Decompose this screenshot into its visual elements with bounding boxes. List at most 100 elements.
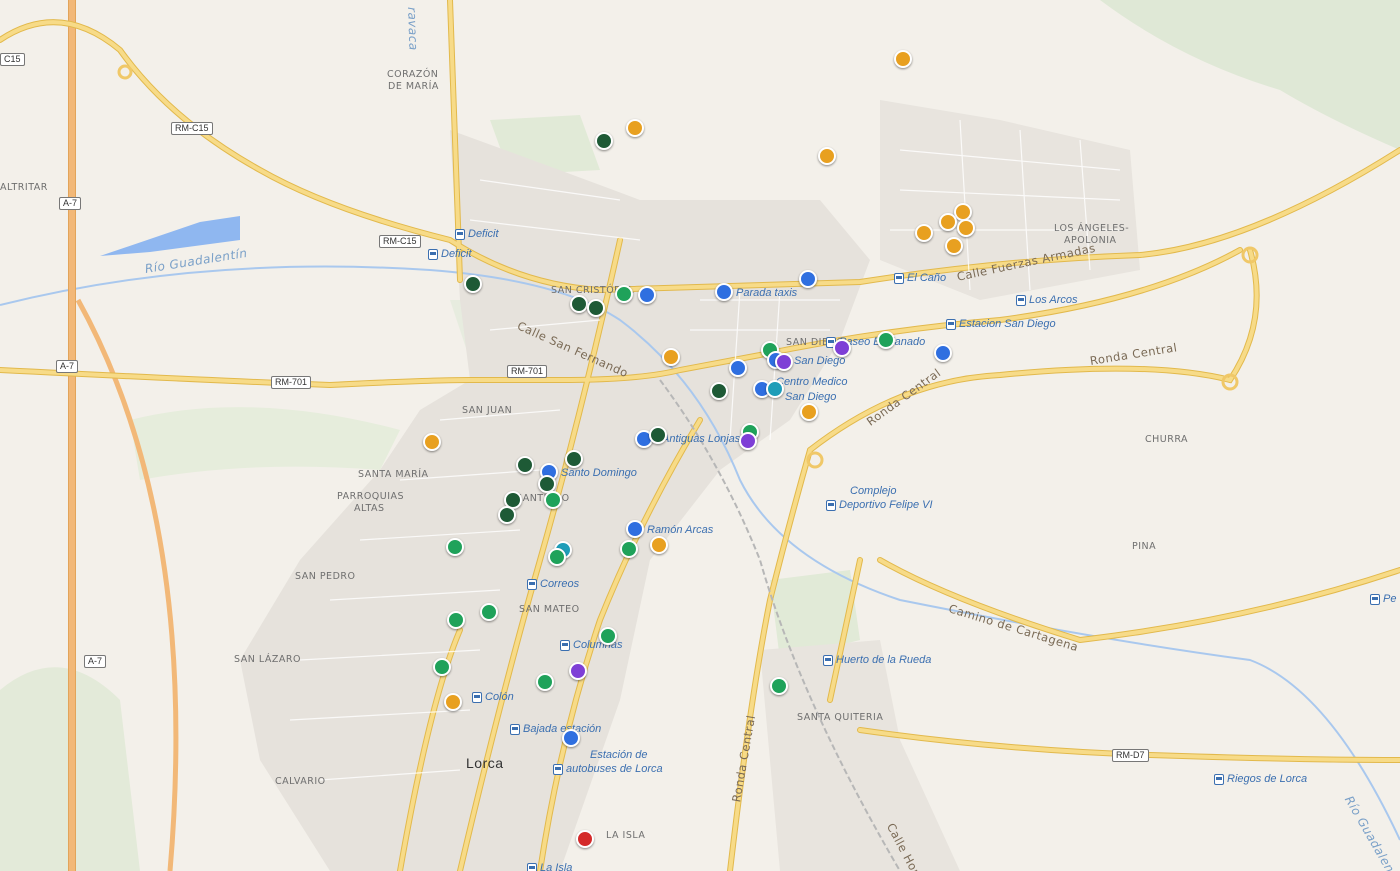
area-label: SAN MATEO	[519, 604, 580, 615]
map-marker-orange[interactable]	[800, 403, 818, 421]
road-shield: RM-D7	[1112, 749, 1149, 762]
map-marker-green[interactable]	[620, 540, 638, 558]
poi-label-text: Ramón Arcas	[647, 524, 714, 536]
area-label: CHURRA	[1145, 434, 1189, 445]
area-label: LA ISLA	[606, 830, 646, 841]
map-marker-blue[interactable]	[626, 520, 644, 538]
map-marker-green[interactable]	[480, 603, 498, 621]
map-marker-orange[interactable]	[444, 693, 462, 711]
poi-label[interactable]: Deficit	[428, 248, 472, 260]
poi-label-text: La Isla	[540, 862, 573, 871]
poi-label[interactable]: Complejo	[850, 485, 896, 497]
bus-stop-icon	[946, 318, 956, 330]
bus-stop-icon	[527, 862, 537, 871]
map-marker-green[interactable]	[446, 538, 464, 556]
map-marker-green[interactable]	[433, 658, 451, 676]
map-marker-purple[interactable]	[569, 662, 587, 680]
poi-label[interactable]: Centro Medico	[776, 376, 848, 388]
bus-stop-icon	[553, 763, 563, 775]
map-marker-blue[interactable]	[799, 270, 817, 288]
map-marker-darkgreen[interactable]	[710, 382, 728, 400]
area-label: SANTA QUITERIA	[797, 712, 884, 723]
map-marker-purple[interactable]	[739, 432, 757, 450]
poi-label[interactable]: Estación de	[590, 749, 647, 761]
poi-label[interactable]: San Diego	[794, 355, 845, 367]
poi-label[interactable]: Parada taxis	[736, 287, 797, 299]
poi-label[interactable]: Estacion San Diego	[946, 318, 1056, 330]
poi-label[interactable]: Santo Domingo	[561, 467, 637, 479]
map-marker-orange[interactable]	[945, 237, 963, 255]
city-label: Lorca	[466, 755, 504, 771]
map-marker-darkgreen[interactable]	[649, 426, 667, 444]
poi-label[interactable]: Ramón Arcas	[647, 524, 713, 536]
poi-label-text: Riegos de Lorca	[1227, 773, 1308, 785]
poi-label-text: Los Arcos	[1029, 294, 1078, 306]
map-marker-red[interactable]	[576, 830, 594, 848]
area-label: LOS ÁNGELES-	[1054, 223, 1130, 234]
map-canvas[interactable]: Lorca CORAZÓN DE MARÍA ALTRITAR SAN CRISTÓBA…	[0, 0, 1400, 871]
map-marker-green[interactable]	[615, 285, 633, 303]
poi-label[interactable]: Los Arcos	[1016, 294, 1078, 306]
map-marker-blue[interactable]	[934, 344, 952, 362]
poi-label-text: Colón	[485, 691, 514, 703]
map-marker-green[interactable]	[877, 331, 895, 349]
road-shield: RM-C15	[379, 235, 421, 248]
map-marker-orange[interactable]	[818, 147, 836, 165]
map-marker-orange[interactable]	[650, 536, 668, 554]
poi-label[interactable]: Pe	[1370, 593, 1396, 605]
map-marker-teal[interactable]	[766, 380, 784, 398]
bus-stop-icon	[894, 272, 904, 284]
map-marker-orange[interactable]	[894, 50, 912, 68]
map-marker-purple[interactable]	[833, 339, 851, 357]
map-marker-orange[interactable]	[957, 219, 975, 237]
map-marker-green[interactable]	[544, 491, 562, 509]
map-marker-blue[interactable]	[715, 283, 733, 301]
map-marker-green[interactable]	[536, 673, 554, 691]
map-marker-orange[interactable]	[939, 213, 957, 231]
poi-label-text: Santo Domingo	[561, 467, 637, 479]
map-marker-green[interactable]	[447, 611, 465, 629]
map-marker-blue[interactable]	[562, 729, 580, 747]
map-marker-purple[interactable]	[775, 353, 793, 371]
map-marker-darkgreen[interactable]	[516, 456, 534, 474]
road-shield: RM-701	[271, 376, 312, 389]
poi-label[interactable]: Riegos de Lorca	[1214, 773, 1307, 785]
map-marker-orange[interactable]	[423, 433, 441, 451]
poi-label-text: Centro Medico	[776, 376, 848, 388]
poi-label[interactable]: El Caño	[894, 272, 946, 284]
map-marker-darkgreen[interactable]	[498, 506, 516, 524]
bus-stop-icon	[472, 691, 482, 703]
bus-stop-icon	[455, 228, 465, 240]
map-marker-darkgreen[interactable]	[595, 132, 613, 150]
poi-label-text: Correos	[540, 578, 580, 590]
map-marker-green[interactable]	[548, 548, 566, 566]
map-marker-darkgreen[interactable]	[565, 450, 583, 468]
poi-label[interactable]: San Diego	[785, 391, 836, 403]
poi-label[interactable]: Antiguas Lonjas	[662, 433, 740, 445]
poi-label[interactable]: Bajada estación	[510, 723, 601, 735]
bus-stop-icon	[1214, 773, 1224, 785]
poi-label[interactable]: Deportivo Felipe VI	[826, 499, 933, 511]
map-marker-green[interactable]	[599, 627, 617, 645]
poi-label[interactable]: La Isla	[527, 862, 572, 871]
poi-label-text: El Caño	[907, 272, 947, 284]
poi-label[interactable]: Huerto de la Rueda	[823, 654, 931, 666]
area-label: PINA	[1132, 541, 1157, 552]
poi-label[interactable]: Colón	[472, 691, 514, 703]
map-marker-darkgreen[interactable]	[464, 275, 482, 293]
poi-label[interactable]: Correos	[527, 578, 579, 590]
map-marker-green[interactable]	[770, 677, 788, 695]
poi-label-text: San Diego	[785, 391, 837, 403]
poi-label[interactable]: autobuses de Lorca	[553, 763, 663, 775]
map-marker-darkgreen[interactable]	[587, 299, 605, 317]
map-marker-blue[interactable]	[638, 286, 656, 304]
map-marker-orange[interactable]	[626, 119, 644, 137]
poi-label-text: Antiguas Lonjas	[662, 433, 741, 445]
area-label: SAN PEDRO	[295, 571, 356, 582]
poi-label[interactable]: Deficit	[455, 228, 499, 240]
map-marker-darkgreen[interactable]	[570, 295, 588, 313]
map-marker-orange[interactable]	[662, 348, 680, 366]
map-marker-orange[interactable]	[915, 224, 933, 242]
map-marker-blue[interactable]	[729, 359, 747, 377]
road-shield: RM-701	[507, 365, 548, 378]
